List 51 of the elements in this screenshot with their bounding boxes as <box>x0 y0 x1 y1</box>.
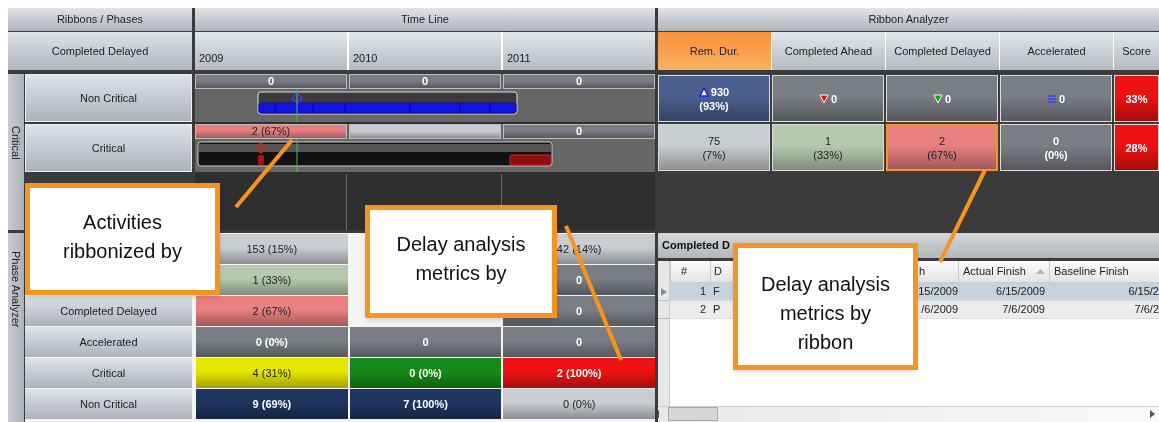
metric-share: (67%) <box>927 147 957 162</box>
phase-cell: 4 (31%) <box>196 358 348 388</box>
metric-value: 0 <box>1052 133 1060 148</box>
phase-cell: 0 (0%) <box>196 327 348 357</box>
metric-value: 33% <box>1125 91 1148 106</box>
metric-value: 75 <box>707 133 721 148</box>
table-cell-text: /6/2009 <box>920 302 958 318</box>
table-cell-text: 6/15/2009 <box>995 284 1046 300</box>
table-cell-text: 15/2009 <box>917 284 958 300</box>
group-label: Phase Analyzer <box>9 251 24 328</box>
period-cell: 0 <box>503 124 655 139</box>
table-cell-text: 6/15/2 <box>1127 284 1159 300</box>
metric-value: 1 <box>824 133 832 148</box>
table-cell-text: P <box>712 302 722 318</box>
phase-cell: 0 <box>349 327 502 357</box>
period-cell: 0 <box>349 74 501 89</box>
year-header: 2009 <box>195 32 347 70</box>
metric-share: (33%) <box>813 147 843 162</box>
metric-share: (0%) <box>1044 147 1068 162</box>
period-cell: 0 <box>503 74 655 89</box>
metric-value: 930 <box>710 84 730 99</box>
metric-share: (93%) <box>699 98 729 113</box>
phase-cell: 2 (67%) <box>196 296 348 326</box>
metric-value: 0 <box>944 91 952 106</box>
period-cell: 0 <box>195 74 347 89</box>
callout-text: Delay analysis metrics by ribbon <box>760 272 891 355</box>
phase-cell: 2 (100%) <box>503 358 655 388</box>
metric-value: 0 <box>1058 91 1066 106</box>
metric-share: (7%) <box>702 147 726 162</box>
metric-value: 0 <box>830 91 838 106</box>
metric-label: Completed Delayed <box>8 32 192 70</box>
metric-value: 2 <box>938 133 946 148</box>
column-header: Time Line <box>195 8 655 31</box>
column-header: Ribbon Analyzer <box>658 8 1159 31</box>
table-cell-text: 7/6/2009 <box>1001 302 1046 318</box>
phase-cell: 9 (69%) <box>196 389 348 419</box>
column-header: Ribbons / Phases <box>8 8 192 31</box>
period-cell: 2 (67%) <box>195 124 347 139</box>
year-header: 2011 <box>503 32 655 70</box>
metric-value: 28% <box>1125 140 1148 155</box>
table-cell-text: 7/6/2 <box>1133 302 1159 318</box>
phase-cell: 0 <box>503 327 655 357</box>
callout-text: Activities ribbonized by <box>62 210 183 264</box>
table-cell-text: 1 <box>698 284 707 300</box>
group-label: Critical <box>9 126 24 160</box>
year-header: 2010 <box>349 32 501 70</box>
phase-cell: 0 (0%) <box>349 358 502 388</box>
table-cell-text: F <box>712 284 721 300</box>
phase-cell: 7 (100%) <box>349 389 502 419</box>
table-cell-text: 2 <box>698 302 707 318</box>
phase-cell: 0 (0%) <box>503 389 655 419</box>
